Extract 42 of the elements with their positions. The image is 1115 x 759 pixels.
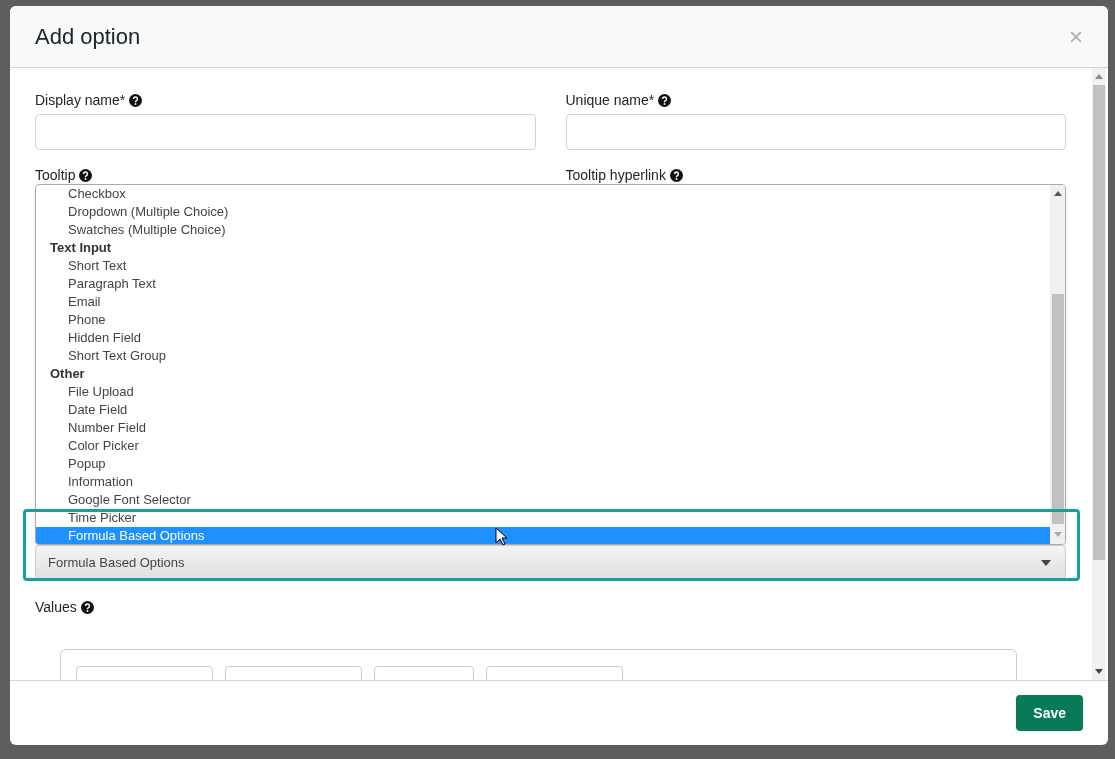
dropdown-option[interactable]: Swatches (Multiple Choice) <box>36 221 1050 239</box>
field-label: Values <box>35 597 77 617</box>
dropdown-option[interactable]: Popup <box>36 455 1050 473</box>
field-label: Tooltip hyperlink <box>565 165 666 185</box>
select-field[interactable]: Formula Based Options <box>35 545 1066 580</box>
field-label: Display name* <box>35 90 126 110</box>
dropdown-option[interactable]: Phone <box>36 311 1050 329</box>
dropdown-option[interactable]: Number Field <box>36 419 1050 437</box>
text-field[interactable] <box>565 114 1066 150</box>
scrollbar-thumb[interactable] <box>1051 294 1064 524</box>
dropdown-option[interactable]: Information <box>36 473 1050 491</box>
option-group-label: Text Input <box>49 239 113 257</box>
dropdown-option[interactable]: File Upload <box>36 383 1050 401</box>
help-icon <box>79 168 93 182</box>
modal-title: Add option <box>35 23 141 51</box>
save-button[interactable]: Save <box>1016 695 1083 731</box>
help-icon <box>129 93 143 107</box>
dropdown-option[interactable]: Paragraph Text <box>36 275 1050 293</box>
help-icon <box>658 93 672 107</box>
scroll-up-icon[interactable] <box>1053 191 1062 196</box>
dropdown-option[interactable]: Time Picker <box>36 509 1050 527</box>
dropdown-option[interactable]: Checkbox <box>36 185 1050 203</box>
scrollbar-thumb[interactable] <box>1093 85 1105 560</box>
scrollbar[interactable] <box>1050 185 1065 544</box>
field-label: Unique name* <box>565 90 655 110</box>
text-field[interactable] <box>35 114 536 150</box>
caret-icon <box>1041 559 1051 566</box>
dropdown-option[interactable]: Date Field <box>36 401 1050 419</box>
dropdown-option[interactable]: Color Picker <box>36 437 1050 455</box>
dropdown-option[interactable]: Short Text <box>36 257 1050 275</box>
scroll-up-icon[interactable] <box>1095 74 1103 79</box>
dropdown-option[interactable]: Dropdown (Multiple Choice) <box>36 203 1050 221</box>
dropdown-option[interactable]: Google Font Selector <box>36 491 1050 509</box>
dropdown-option[interactable]: Email <box>36 293 1050 311</box>
dropdown-option[interactable]: Short Text Group <box>36 347 1050 365</box>
help-icon <box>669 168 683 182</box>
page-scrollbar[interactable] <box>1092 68 1106 680</box>
scroll-down-icon[interactable] <box>1095 669 1103 674</box>
field-label: Tooltip <box>35 165 76 185</box>
help-icon <box>80 600 94 614</box>
dropdown-option[interactable]: Hidden Field <box>36 329 1050 347</box>
option-group-label: Other <box>49 365 86 383</box>
